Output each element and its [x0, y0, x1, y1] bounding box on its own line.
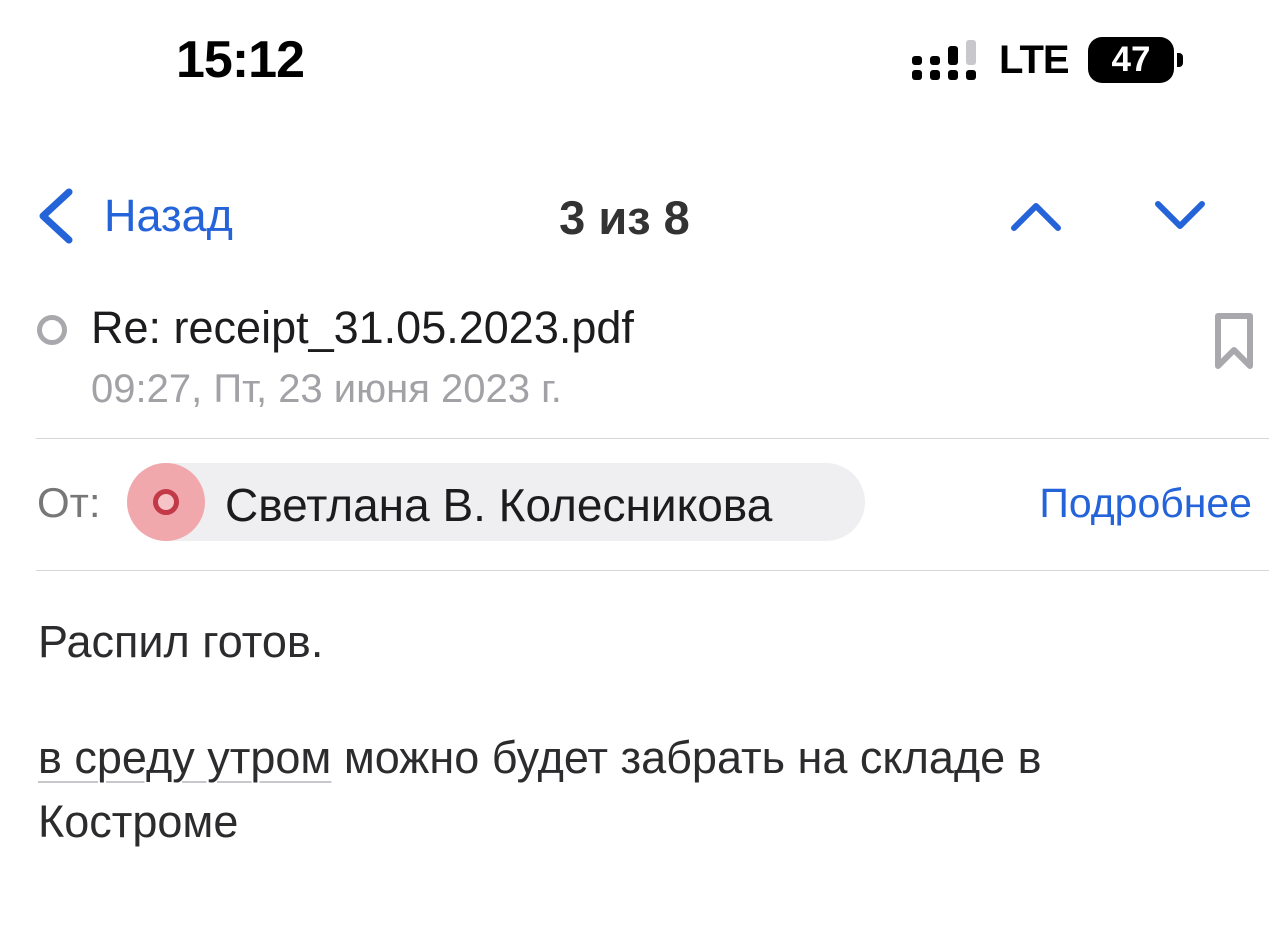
divider — [36, 570, 1269, 571]
avatar — [127, 463, 205, 541]
network-type: LTE — [999, 38, 1070, 82]
sender-chip[interactable]: Светлана В. Колесникова — [127, 463, 865, 541]
battery-level: 47 — [1111, 40, 1151, 79]
sender-name: Светлана В. Колесникова — [225, 479, 773, 531]
details-link[interactable]: Подробнее — [1039, 480, 1252, 527]
avatar-ring-icon — [153, 489, 179, 515]
message-date: 09:27, Пт, 23 июня 2023 г. — [91, 367, 562, 411]
status-time: 15:12 — [176, 31, 305, 89]
bookmark-icon[interactable] — [1214, 312, 1254, 370]
message-subject: Re: receipt_31.05.2023.pdf — [91, 302, 634, 353]
battery-indicator: 47 — [1088, 37, 1174, 83]
battery-tip — [1177, 53, 1183, 67]
chevron-down-icon[interactable] — [1152, 192, 1208, 238]
message-counter: 3 из 8 — [559, 191, 690, 244]
from-label: От: — [37, 479, 101, 526]
date-detector-link[interactable]: в среду утром — [38, 732, 331, 783]
message-body-paragraph: в среду утром можно будет забрать на скл… — [38, 726, 1238, 854]
unread-dot-icon — [37, 315, 67, 345]
signal-strength-icon — [912, 40, 976, 80]
message-body-line: Распил готов. — [38, 616, 324, 667]
divider — [36, 438, 1269, 439]
chevron-up-icon[interactable] — [1008, 192, 1064, 238]
